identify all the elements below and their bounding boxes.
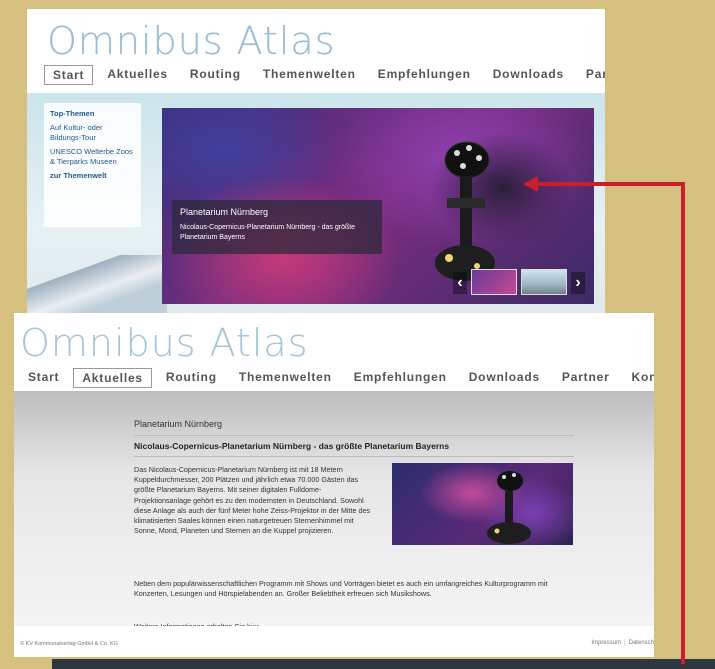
nav-aktuelles[interactable]: Aktuelles bbox=[73, 368, 152, 388]
arrow-line-horizontal bbox=[536, 182, 685, 186]
nav-themenwelten[interactable]: Themenwelten bbox=[255, 65, 364, 85]
site-logo[interactable]: Omnibus Atlas bbox=[47, 19, 336, 63]
projector-icon bbox=[487, 471, 531, 544]
main-nav: Start Aktuelles Routing Themenwelten Emp… bbox=[20, 368, 654, 388]
bottom-bar bbox=[52, 659, 715, 669]
hero-title: Planetarium Nürnberg bbox=[180, 207, 269, 217]
site-logo[interactable]: Omnibus Atlas bbox=[20, 321, 309, 365]
impressum-link[interactable]: Impressum bbox=[591, 640, 621, 646]
arrow-head-icon bbox=[523, 176, 538, 192]
nav-empfehlungen[interactable]: Empfehlungen bbox=[370, 65, 479, 85]
homepage-screenshot: Omnibus Atlas Start Aktuelles Routing Th… bbox=[27, 9, 605, 315]
hero-caption[interactable]: Planetarium Nürnberg Nicolaus-Copernicus… bbox=[172, 200, 382, 254]
article: Planetarium Nürnberg Nicolaus-Copernicus… bbox=[134, 419, 574, 631]
content-area: Planetarium Nürnberg Nicolaus-Copernicus… bbox=[14, 391, 654, 631]
themenwelt-link[interactable]: zur Themenwelt bbox=[50, 171, 135, 181]
slide-thumbnail[interactable] bbox=[521, 269, 567, 295]
nav-partner[interactable]: Partner bbox=[554, 368, 618, 388]
nav-start[interactable]: Start bbox=[44, 65, 94, 85]
top-topics-box: Top-Themen Auf Kultur- oder Bildungs-Tou… bbox=[44, 103, 141, 227]
nav-aktuelles[interactable]: Aktuelles bbox=[99, 65, 176, 85]
nav-downloads[interactable]: Downloads bbox=[461, 368, 548, 388]
nav-partner[interactable]: Partner bbox=[578, 65, 605, 85]
slider-prev-button[interactable]: ‹ bbox=[453, 272, 467, 294]
slider-next-button[interactable]: › bbox=[571, 272, 585, 294]
planetarium-image bbox=[392, 463, 573, 545]
hero-subtitle: Nicolaus-Copernicus-Planetarium Nürnberg… bbox=[180, 224, 356, 241]
nav-routing[interactable]: Routing bbox=[182, 65, 249, 85]
slide-thumbnail[interactable] bbox=[471, 269, 517, 295]
nav-routing[interactable]: Routing bbox=[158, 368, 225, 388]
top-topic-item[interactable]: Auf Kultur- oder Bildungs-Tour bbox=[50, 123, 135, 143]
article-subtitle: Nicolaus-Copernicus-Planetarium Nürnberg… bbox=[134, 441, 574, 457]
hero-band: Top-Themen Auf Kultur- oder Bildungs-Tou… bbox=[27, 93, 605, 315]
nav-kontakt[interactable]: Kontakt bbox=[624, 368, 654, 388]
copyright: © KV Kommunalverlag GmbH & Co. KG bbox=[20, 641, 118, 647]
nav-empfehlungen[interactable]: Empfehlungen bbox=[346, 368, 455, 388]
top-topic-item[interactable]: UNESCO Welterbe Zoos & Tierparks Museen bbox=[50, 147, 135, 167]
hero-slider[interactable]: Planetarium Nürnberg Nicolaus-Copernicus… bbox=[162, 108, 594, 304]
planetarium-projector-image bbox=[435, 141, 495, 281]
datenschutz-link[interactable]: Datensch bbox=[629, 640, 654, 646]
article-title: Planetarium Nürnberg bbox=[134, 419, 574, 436]
article-screenshot: Omnibus Atlas Start Aktuelles Routing Th… bbox=[14, 313, 654, 657]
mountain-image bbox=[27, 255, 167, 315]
nav-start[interactable]: Start bbox=[20, 368, 67, 388]
top-topics-heading: Top-Themen bbox=[50, 109, 95, 118]
separator: | bbox=[624, 640, 626, 646]
arrow-line-vertical bbox=[681, 182, 685, 664]
nav-themenwelten[interactable]: Themenwelten bbox=[231, 368, 340, 388]
article-paragraph: Neben dem populärwissenschaftlichen Prog… bbox=[134, 579, 548, 599]
footer-links: Impressum | Datensch bbox=[591, 640, 654, 646]
footer: © KV Kommunalverlag GmbH & Co. KG Impres… bbox=[14, 626, 654, 657]
main-nav: Start Aktuelles Routing Themenwelten Emp… bbox=[44, 65, 605, 85]
article-paragraph: Das Nicolaus-Copernicus-Planetarium Nürn… bbox=[134, 465, 371, 536]
nav-downloads[interactable]: Downloads bbox=[485, 65, 572, 85]
